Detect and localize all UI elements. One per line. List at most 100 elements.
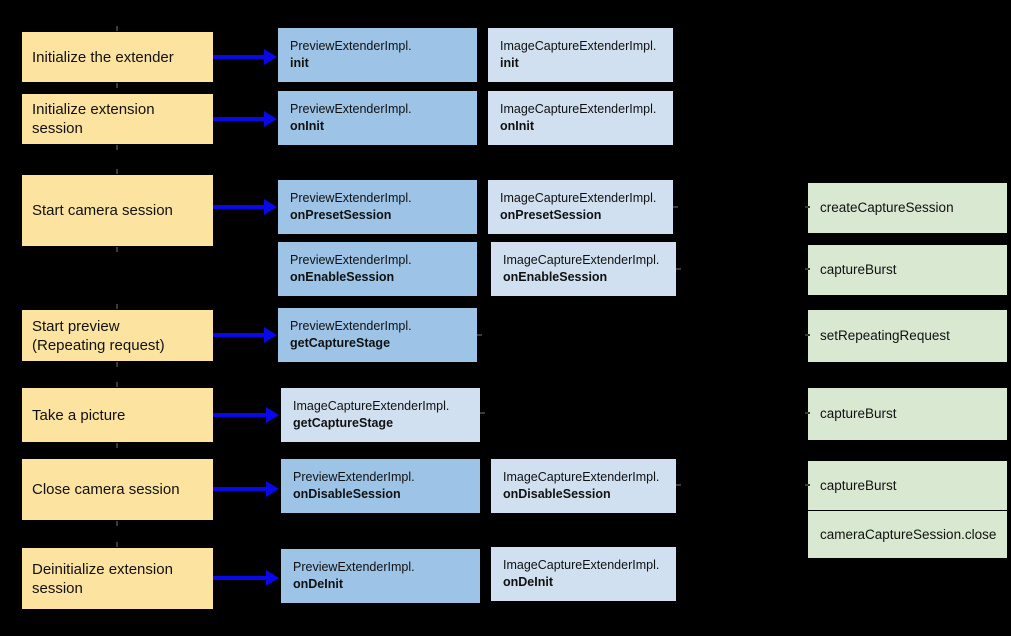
connector-stub [116,169,118,174]
api-method-name: onDisableSession [293,487,401,501]
stage-label-line: Initialize the extender [32,48,174,66]
api-box-imagecapture-getcapturestage[interactable]: ImageCaptureExtenderImpl. getCaptureStag… [281,388,480,442]
arrow-head-deinit-extension-session [266,570,279,586]
connector-stub [116,83,118,88]
stage-label-line: Initialize extension [32,101,155,118]
stage-box-close-camera-session[interactable]: Close camera session [22,459,213,520]
api-box-preview-onenablesession[interactable]: PreviewExtenderImpl. onEnableSession [278,242,477,296]
api-class-name: ImageCaptureExtenderImpl. [503,253,660,267]
stage-box-start-preview[interactable]: Start preview (Repeating request) [22,310,213,361]
api-box-ic-ondisablesession[interactable]: ImageCaptureExtenderImpl. onDisableSessi… [491,459,676,513]
stage-label-line: (Repeating request) [32,336,165,354]
api-class-name: PreviewExtenderImpl. [290,319,412,333]
connector-stub [805,412,810,414]
api-box-preview-getcapturestage[interactable]: PreviewExtenderImpl. getCaptureStage [278,308,477,362]
arrow-head-start-camera-session [264,199,277,215]
api-box-ic-onenablesession[interactable]: ImageCaptureExtenderImpl. onEnableSessio… [491,242,676,296]
camera2-label: captureBurst [820,477,897,493]
connector-stub [805,268,810,270]
stage-box-take-a-picture[interactable]: Take a picture [22,388,213,442]
api-method-name: onDeInit [503,575,553,589]
api-box-ic-init[interactable]: ImageCaptureExtenderImpl. init [488,28,673,82]
api-class-name: PreviewExtenderImpl. [293,560,415,574]
api-method-name: onInit [290,119,325,133]
api-box-preview-ondeinit[interactable]: PreviewExtenderImpl. onDeInit [281,549,480,603]
api-box-ic-ondeinit[interactable]: ImageCaptureExtenderImpl. onDeInit [491,547,676,601]
api-class-name: ImageCaptureExtenderImpl. [503,558,660,572]
arrow-head-start-preview [264,327,277,343]
stage-box-deinit-extension-session[interactable]: Deinitialize extension session [22,548,213,609]
api-class-name: PreviewExtenderImpl. [290,102,412,116]
stage-label-line: Start camera session [32,202,173,219]
diagram-canvas: Initialize the extender Initialize exten… [0,0,1011,636]
connector-stub [116,362,118,367]
connector-stub [116,304,118,309]
api-box-preview-init[interactable]: PreviewExtenderImpl. init [278,28,477,82]
api-method-name: onPresetSession [290,208,392,222]
api-method-name: onInit [500,119,535,133]
camera2-label: createCaptureSession [820,200,954,215]
arrow-line-init-extension-session [213,117,266,121]
connector-stub [116,382,118,387]
arrow-line-close-camera-session [213,487,268,491]
arrow-head-init-extender [264,49,277,65]
api-box-preview-ondisablesession[interactable]: PreviewExtenderImpl. onDisableSession [281,459,480,513]
api-box-ic-onpresetsession[interactable]: ImageCaptureExtenderImpl. onPresetSessio… [488,180,673,234]
stage-label-line: Start preview [32,317,120,335]
api-method-name: getCaptureStage [293,416,394,430]
stage-label-line: Close camera session [32,481,180,498]
connector-stub [676,268,681,270]
stage-box-start-camera-session[interactable]: Start camera session [22,175,213,246]
api-method-name: onDisableSession [503,487,611,501]
api-method-name: onEnableSession [503,270,608,284]
stage-label-line: Take a picture [32,406,126,424]
api-method-name: init [290,56,309,70]
arrow-head-take-a-picture [266,407,279,423]
api-method-name: getCaptureStage [290,336,391,350]
connector-stub [116,542,118,547]
arrow-line-init-extender [213,55,266,59]
arrow-line-start-preview [213,333,266,337]
api-method-name: onDeInit [293,577,343,591]
stage-box-init-extender[interactable]: Initialize the extender [22,32,213,82]
arrow-line-take-a-picture [213,413,268,417]
connector-stub [805,334,810,336]
camera2-label: setRepeatingRequest [820,328,950,343]
api-method-name: init [500,56,519,70]
api-class-name: ImageCaptureExtenderImpl. [500,102,657,116]
camera2-label: cameraCaptureSession.close [820,526,997,542]
stage-label-line: Deinitialize extension [32,560,173,578]
connector-stub [116,26,118,31]
api-class-name: ImageCaptureExtenderImpl. [500,39,657,53]
connector-stub [805,206,810,208]
api-class-name: PreviewExtenderImpl. [290,39,412,53]
connector-stub [116,247,118,252]
arrow-head-close-camera-session [266,481,279,497]
stage-label-line: session [32,579,83,597]
api-box-ic-oninit[interactable]: ImageCaptureExtenderImpl. onInit [488,91,673,145]
api-class-name: ImageCaptureExtenderImpl. [500,191,657,205]
connector-stub [676,484,681,486]
connector-stub [673,206,678,208]
camera2-label: captureBurst [820,262,897,277]
arrow-head-init-extension-session [264,111,277,127]
connector-stub [480,412,485,414]
connector-stub [116,521,118,526]
camera2-box-captureburst-1[interactable]: captureBurst [808,245,1007,295]
camera2-box-createcapturesession[interactable]: createCaptureSession [808,183,1007,233]
camera2-box-captureburst-2[interactable]: captureBurst [808,388,1007,440]
api-box-preview-oninit[interactable]: PreviewExtenderImpl. onInit [278,91,477,145]
camera2-box-captureburst-3[interactable]: captureBurst [808,461,1007,510]
api-class-name: ImageCaptureExtenderImpl. [503,470,660,484]
api-class-name: PreviewExtenderImpl. [290,253,412,267]
api-class-name: PreviewExtenderImpl. [290,191,412,205]
camera2-box-setrepeatingrequest[interactable]: setRepeatingRequest [808,310,1007,362]
camera2-box-cameracapturesession-close[interactable]: cameraCaptureSession.close [808,511,1007,558]
api-box-preview-onpresetsession[interactable]: PreviewExtenderImpl. onPresetSession [278,180,477,234]
connector-stub [805,484,810,486]
connector-stub [116,145,118,150]
arrow-line-start-camera-session [213,205,266,209]
api-method-name: onEnableSession [290,270,395,284]
stage-label-line: session [32,120,83,137]
stage-box-init-extension-session[interactable]: Initialize extension session [22,94,213,144]
